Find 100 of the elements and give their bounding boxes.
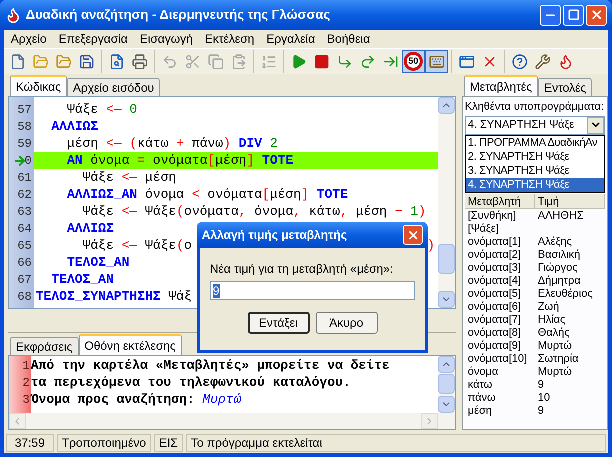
- line-number: 64: [16, 220, 33, 238]
- scroll-down-button[interactable]: [438, 396, 455, 413]
- line-number: 1: [22, 358, 31, 374]
- line-number: 68: [16, 288, 33, 306]
- tab[interactable]: Κώδικας: [10, 75, 68, 96]
- table-cell-text: πάνω: [467, 392, 497, 404]
- code-text: Ψάξε <— μέση: [82, 168, 176, 187]
- code-text: ΑΛΛΙΩΣ: [50, 118, 98, 136]
- step-into-icon: [336, 54, 352, 70]
- code-text: ΤΕΛΟΣ_ΑΝ: [50, 270, 114, 289]
- code-text: ΑΛΛΙΩΣ: [66, 220, 114, 238]
- line-number: 66: [16, 254, 33, 272]
- column-header[interactable]: Τιμή: [535, 194, 605, 208]
- folder-icon: [56, 54, 72, 70]
- step-over-icon: [360, 54, 376, 70]
- dropdown-option[interactable]: 2. ΣΥΝΑΡΤΗΣΗ Ψάξε: [466, 150, 604, 164]
- output-text: Από την καρτέλα «Μεταβλητές» μπορείτε να δείτε: [31, 356, 390, 375]
- menu-item[interactable]: Επεξεργασία: [54, 30, 133, 48]
- window-title: Δυαδική αναζήτηση - Διερμηνευτής της Γλώσσας: [26, 6, 330, 24]
- value-input[interactable]: 9: [210, 281, 415, 300]
- dialog-button[interactable]: Εντάξει: [248, 312, 310, 334]
- table-cell-text: ΑΛΗΘΗΣ: [537, 210, 585, 222]
- table-cell-text: ονόματα[1]: [467, 236, 522, 248]
- menu-item[interactable]: Αρχείο: [6, 30, 52, 48]
- dropdown-option[interactable]: 4. ΣΥΝΑΡΤΗΣΗ Ψάξε: [466, 178, 604, 192]
- line-number: 63: [16, 204, 33, 220]
- wrench-icon: [534, 54, 550, 70]
- table-cell-text: 9: [537, 404, 546, 418]
- menu-item[interactable]: Εκτέλεση: [200, 30, 260, 48]
- table-cell-text: ονόματα[5]: [467, 288, 522, 300]
- flame-icon: [5, 6, 22, 24]
- table-cell-text: 9: [537, 378, 546, 392]
- dialog-title: Αλλαγή τιμής μεταβλητής: [202, 227, 348, 244]
- close-button[interactable]: [403, 225, 423, 245]
- line-number: 65: [16, 238, 33, 254]
- tab[interactable]: Αρχείο εισόδου: [67, 78, 160, 96]
- toolbar-button[interactable]: [425, 50, 448, 73]
- scroll-up-button[interactable]: [438, 97, 455, 114]
- table-cell-text: ονόματα[7]: [467, 314, 522, 326]
- table-cell-text: ονόματα[8]: [467, 326, 522, 340]
- scroll-thumb[interactable]: [438, 244, 455, 274]
- menu-item[interactable]: Εισαγωγή: [134, 30, 198, 48]
- folder-icon: [32, 54, 48, 70]
- subprograms-label: Κληθέντα υποπρογράμματα:: [465, 100, 605, 115]
- table-cell-text: ονόματα[6]: [467, 300, 522, 314]
- code-text: Ψάξε <— 0: [66, 100, 138, 119]
- table-cell-text: Ηλίας: [537, 314, 567, 326]
- tab[interactable]: Μεταβλητές: [464, 75, 538, 96]
- code-text: Ψάξε <— Ψάξε(ονόματα, όνομα, κάτω, μέση − 1): [82, 202, 426, 221]
- minimize-button[interactable]: [540, 4, 561, 26]
- line-number: 2: [22, 374, 31, 392]
- scroll-thumb[interactable]: [438, 374, 455, 394]
- printer-icon: [132, 54, 148, 70]
- paste-icon: [230, 54, 246, 70]
- table-cell-text: Θαλής: [537, 326, 571, 340]
- dropdown-option[interactable]: 1. ΠΡΟΓΡΑΜΜΑ ΔυαδικήΑν: [466, 136, 604, 150]
- table-cell-text: μέση: [467, 404, 494, 418]
- tab[interactable]: Οθόνη εκτέλεσης: [78, 334, 182, 355]
- table-cell-text: Ζωή: [537, 300, 560, 314]
- undo-icon: [162, 54, 178, 70]
- flame-icon: [558, 54, 574, 70]
- table-cell-text: όνομα: [467, 366, 500, 378]
- close-icon: [590, 8, 604, 22]
- line-number: 0: [9, 152, 34, 170]
- table-cell-text: ονόματα[10]: [467, 352, 528, 366]
- dialog-button[interactable]: Άκυρο: [316, 312, 378, 334]
- table-cell-text: Ελευθέριος: [537, 288, 594, 300]
- tab[interactable]: Εκφράσεις: [10, 337, 79, 355]
- code-text: Ψάξε <— Ψάξε(ο: [82, 236, 192, 255]
- dropdown-arrow-button[interactable]: [587, 116, 604, 134]
- column-header[interactable]: Μεταβλητή: [465, 194, 535, 208]
- vertical-scrollbar[interactable]: [438, 356, 455, 413]
- menu-item[interactable]: Εργαλεία: [262, 30, 320, 48]
- line-number: 3: [22, 392, 30, 408]
- scroll-up-button[interactable]: [438, 356, 455, 373]
- copy-icon: [208, 54, 224, 70]
- maximize-icon: [568, 9, 580, 21]
- table-cell-text: Σωτηρία: [537, 352, 580, 366]
- code-text: ΑΝ όνομα = ονόματα[μέση] ΤΟΤΕ: [66, 152, 294, 170]
- tab[interactable]: Εντολές: [538, 78, 592, 96]
- vertical-scrollbar[interactable]: [438, 97, 455, 308]
- close-icon: [406, 228, 420, 242]
- code-text: ): [427, 236, 435, 255]
- line-number: 62: [16, 186, 33, 204]
- table-cell-text: Μυρτώ: [537, 340, 574, 352]
- table-cell-text: Μυρτώ: [537, 366, 574, 378]
- line-number: 59: [16, 136, 33, 152]
- dropdown-option[interactable]: 3. ΣΥΝΑΡΤΗΣΗ Ψάξε: [466, 164, 604, 178]
- code-text: ΤΕΛΟΣ_ΑΝ: [66, 254, 130, 272]
- prompt-text: Νέα τιμή για τη μεταβλητή «μέση»:: [210, 261, 394, 278]
- table-cell-text: ονόματα[9]: [467, 340, 522, 352]
- speed-button[interactable]: 50: [402, 50, 425, 73]
- output-gutter: [9, 356, 31, 413]
- close-button[interactable]: [586, 4, 607, 26]
- status-field: ΕΙΣ: [154, 434, 184, 452]
- maximize-button[interactable]: [563, 4, 584, 26]
- table-cell-text: ονόματα[2]: [467, 248, 522, 262]
- scroll-down-button[interactable]: [438, 291, 455, 308]
- subprogram-dropdown[interactable]: 4. ΣΥΝΑΡΤΗΣΗ Ψάξε: [465, 116, 605, 134]
- menu-item[interactable]: Βοήθεια: [322, 30, 376, 48]
